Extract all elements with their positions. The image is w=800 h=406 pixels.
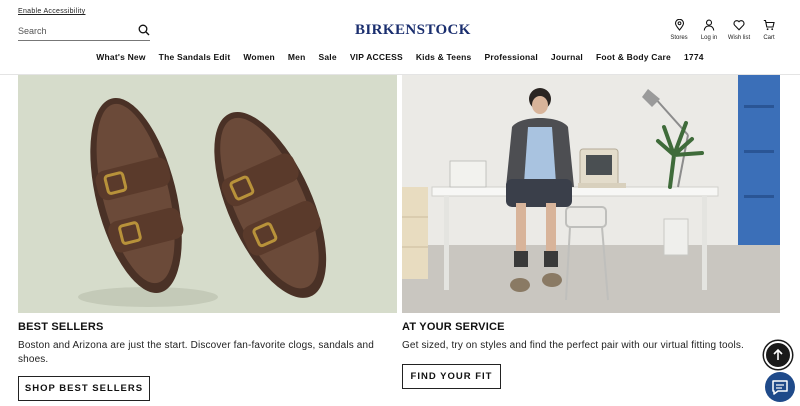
arrow-up-icon xyxy=(773,348,783,360)
main-navigation: What's New The Sandals Edit Women Men Sa… xyxy=(0,52,800,62)
chat-button[interactable] xyxy=(765,372,795,402)
wish-list-link[interactable]: Wish list xyxy=(724,19,754,41)
nav-item-sale[interactable]: Sale xyxy=(319,52,337,62)
best-sellers-title: BEST SELLERS xyxy=(18,321,104,333)
user-icon xyxy=(703,19,715,31)
nav-item-kids-teens[interactable]: Kids & Teens xyxy=(416,52,472,62)
cart-link[interactable]: Cart xyxy=(754,19,784,41)
at-your-service-title: AT YOUR SERVICE xyxy=(402,321,505,333)
cart-label: Cart xyxy=(763,35,775,41)
shop-best-sellers-button[interactable]: SHOP BEST SELLERS xyxy=(18,376,150,401)
search-input[interactable] xyxy=(18,24,130,38)
best-sellers-image[interactable] xyxy=(18,75,397,313)
nav-item-sandals-edit[interactable]: The Sandals Edit xyxy=(159,52,231,62)
login-label: Log in xyxy=(700,35,718,41)
at-your-service-description: Get sized, try on styles and find the pe… xyxy=(402,340,744,351)
best-sellers-description: Boston and Arizona are just the start. D… xyxy=(18,340,374,365)
map-pin-icon xyxy=(674,19,684,31)
wish-list-label: Wish list xyxy=(727,35,751,41)
nav-item-vip-access[interactable]: VIP ACCESS xyxy=(350,52,403,62)
nav-item-women[interactable]: Women xyxy=(243,52,275,62)
search-bar xyxy=(18,22,150,41)
brand-logo[interactable]: BIRKENSTOCK xyxy=(355,22,470,39)
at-your-service-image[interactable] xyxy=(402,75,780,313)
nav-item-professional[interactable]: Professional xyxy=(484,52,537,62)
enable-accessibility-link[interactable]: Enable Accessibility xyxy=(18,8,85,15)
site-header: Enable Accessibility BIRKENSTOCK Stores … xyxy=(0,0,800,75)
find-your-fit-button[interactable]: FIND YOUR FIT xyxy=(402,364,501,389)
stores-link[interactable]: Stores xyxy=(664,19,694,41)
back-to-top-button[interactable] xyxy=(764,341,792,369)
nav-item-foot-body-care[interactable]: Foot & Body Care xyxy=(596,52,671,62)
cart-icon xyxy=(763,19,775,31)
search-icon[interactable] xyxy=(138,24,150,36)
stores-label: Stores xyxy=(670,35,688,41)
login-link[interactable]: Log in xyxy=(694,19,724,41)
nav-item-1774[interactable]: 1774 xyxy=(684,52,704,62)
nav-item-men[interactable]: Men xyxy=(288,52,306,62)
nav-item-journal[interactable]: Journal xyxy=(551,52,583,62)
heart-icon xyxy=(733,20,745,31)
nav-item-whats-new[interactable]: What's New xyxy=(96,52,145,62)
chat-icon xyxy=(772,380,788,395)
